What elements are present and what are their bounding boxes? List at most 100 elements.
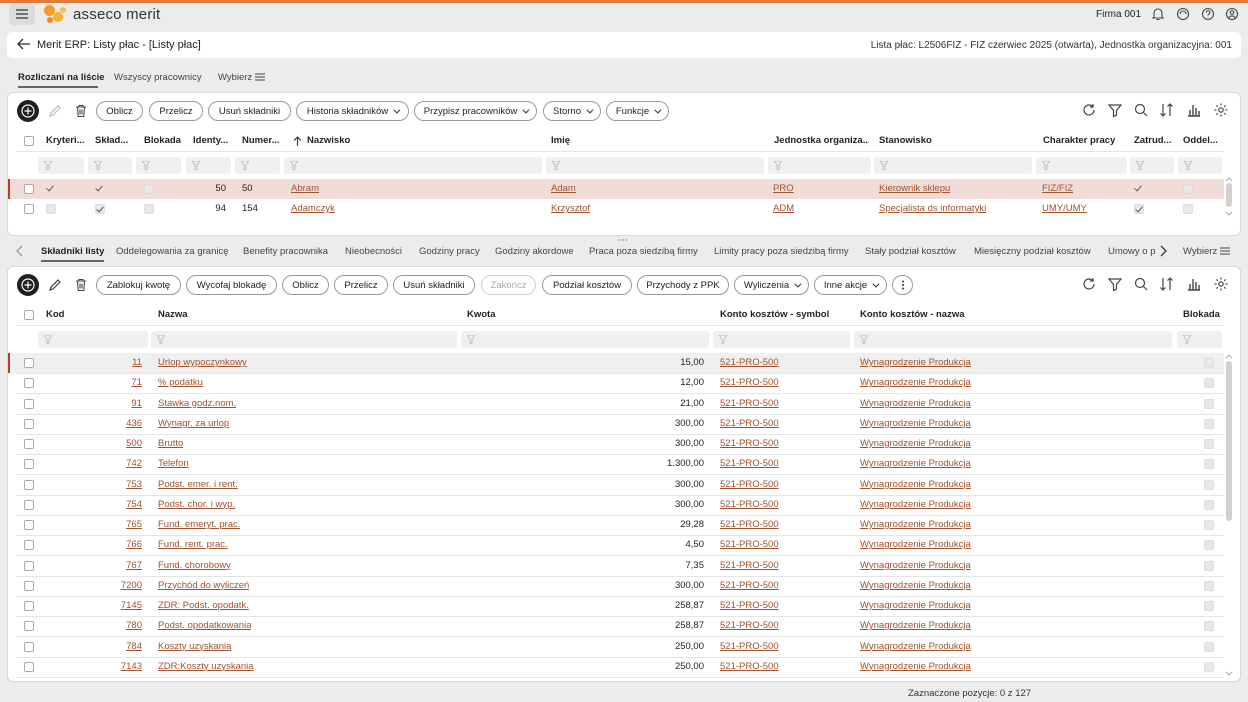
search-icon[interactable] <box>1133 276 1149 292</box>
tab-staly-podzial[interactable]: Stały podział kosztów <box>865 238 956 264</box>
tab-miesieczny-podzial[interactable]: Miesięczny podział kosztów <box>974 238 1091 264</box>
cell-konto-nazwa[interactable]: Wynagrodzenie Produkcja <box>860 661 971 672</box>
cell-charakter[interactable]: FIZ/FIZ <box>1042 183 1073 194</box>
tab-praca-poza-siedziba[interactable]: Praca poza siedzibą firmy <box>589 238 698 264</box>
lower-scrollbar[interactable] <box>1226 361 1232 521</box>
cell-imie[interactable]: Krzysztof <box>551 203 590 214</box>
cell-konto-symbol[interactable]: 521-PRO-500 <box>720 438 779 449</box>
przelicz-button[interactable]: Przelicz <box>334 275 388 295</box>
cell-konto-nazwa[interactable]: Wynagrodzenie Produkcja <box>860 438 971 449</box>
add-component-button[interactable] <box>17 274 39 296</box>
row-checkbox[interactable] <box>24 479 34 490</box>
cell-kod[interactable]: 7145 <box>68 600 142 611</box>
row-checkbox[interactable] <box>24 661 34 672</box>
scroll-up-icon[interactable] <box>1225 177 1233 182</box>
gear-icon[interactable] <box>1213 276 1229 292</box>
table-row[interactable]: 94 154 Adamczyk Krzysztof ADM Specjalist… <box>8 199 1224 219</box>
chart-icon[interactable] <box>1186 276 1202 292</box>
cell-konto-nazwa[interactable]: Wynagrodzenie Produkcja <box>860 418 971 429</box>
col-jednostka[interactable]: Jednostka organiza... <box>774 135 869 146</box>
table-row[interactable]: 91 Stawka godz.nom. 21,00 521-PRO-500 Wynagr… <box>8 394 1224 415</box>
tab-wybierz-top[interactable]: Wybierz <box>218 64 266 90</box>
table-row[interactable]: 753 Podst. emer. i rent. 300,00 521-PRO-500… <box>8 475 1224 496</box>
menu-button[interactable] <box>9 3 35 25</box>
tab-benefity[interactable]: Benefity pracownika <box>243 238 328 264</box>
cell-konto-symbol[interactable]: 521-PRO-500 <box>720 499 779 510</box>
row-checkbox[interactable] <box>24 378 34 389</box>
table-row[interactable]: 50 50 Abram Adam PRO Kierownik sklepu FI… <box>8 179 1224 199</box>
filter-kryteria[interactable] <box>38 157 84 174</box>
col-kod[interactable]: Kod <box>46 309 64 320</box>
filter-numer[interactable] <box>235 157 280 174</box>
cell-konto-nazwa[interactable]: Wynagrodzenie Produkcja <box>860 641 971 652</box>
col-zatrudnienie[interactable]: Zatrud... <box>1134 135 1172 146</box>
add-button[interactable] <box>17 100 39 122</box>
filter-skladniki[interactable] <box>88 157 132 174</box>
tab-skladniki-listy[interactable]: Składniki listy <box>41 238 105 264</box>
filter-nazwa[interactable] <box>151 331 457 348</box>
cell-kod[interactable]: 91 <box>68 398 142 409</box>
cell-konto-symbol[interactable]: 521-PRO-500 <box>720 479 779 490</box>
wycofaj-blokade-button[interactable]: Wycofaj blokadę <box>186 275 277 295</box>
table-row[interactable]: 71 % podatku 12,00 521-PRO-500 Wynagrodzenie… <box>8 373 1224 395</box>
cell-kod[interactable]: 765 <box>68 519 142 530</box>
tabs-scroll-left-icon[interactable] <box>16 245 24 257</box>
cell-nazwisko[interactable]: Adamczyk <box>291 203 335 214</box>
cell-nazwa[interactable]: Fund. chorobowy <box>158 560 231 571</box>
cell-nazwa[interactable]: Przychód do wyliczeń <box>158 580 249 591</box>
sort-icon[interactable] <box>1159 276 1175 292</box>
edit-icon[interactable] <box>47 103 63 119</box>
cell-nazwa[interactable]: Telefon <box>158 458 189 469</box>
cell-kod[interactable]: 784 <box>68 641 142 652</box>
select-all-checkbox[interactable] <box>24 136 34 146</box>
cell-kod[interactable]: 780 <box>68 620 142 631</box>
delete-icon[interactable] <box>73 277 89 293</box>
cell-kod[interactable]: 71 <box>68 377 142 388</box>
cell-konto-symbol[interactable]: 521-PRO-500 <box>720 661 779 672</box>
row-checkbox[interactable] <box>24 601 34 611</box>
col-numer[interactable]: Numer... <box>242 135 284 146</box>
storno-button[interactable]: Storno <box>543 101 601 121</box>
przelicz-button[interactable]: Przelicz <box>149 101 203 121</box>
tab-limity-pracy[interactable]: Limity pracy poza siedzibą firmy <box>714 238 849 264</box>
cell-stanowisko[interactable]: Kierownik sklepu <box>879 183 950 194</box>
cell-konto-nazwa[interactable]: Wynagrodzenie Produkcja <box>860 539 971 550</box>
cell-konto-nazwa[interactable]: Wynagrodzenie Produkcja <box>860 560 971 571</box>
inne-akcje-button[interactable]: Inne akcje <box>814 275 887 295</box>
col-konto-symbol[interactable]: Konto kosztów - symbol <box>720 309 829 320</box>
filter-zatrudnienie[interactable] <box>1130 157 1174 174</box>
przypisz-pracownikow-button[interactable]: Przypisz pracowników <box>414 101 537 121</box>
filter-imie[interactable] <box>546 157 764 174</box>
przychody-ppk-button[interactable]: Przychody z PPK <box>637 275 729 295</box>
cell-nazwa[interactable]: Fund. emeryt. prac. <box>158 519 240 530</box>
bell-icon[interactable] <box>1151 7 1165 21</box>
filter-oddelegowanie[interactable] <box>1178 157 1222 174</box>
filter-nazwisko[interactable] <box>284 157 542 174</box>
cell-konto-symbol[interactable]: 521-PRO-500 <box>720 398 779 409</box>
company-selector[interactable]: Firma 001 <box>1096 9 1141 20</box>
cell-konto-nazwa[interactable]: Wynagrodzenie Produkcja <box>860 479 971 490</box>
cell-konto-nazwa[interactable]: Wynagrodzenie Produkcja <box>860 357 971 368</box>
zakoncz-button[interactable]: Zakończ <box>481 275 536 295</box>
row-checkbox[interactable] <box>24 184 34 194</box>
row-checkbox[interactable] <box>24 520 34 530</box>
col-blokada[interactable]: Blokada <box>1183 309 1220 320</box>
tab-godziny-akordowe[interactable]: Godziny akordowe <box>495 238 574 264</box>
cell-konto-symbol[interactable]: 521-PRO-500 <box>720 641 779 652</box>
col-kryteria[interactable]: Kryteri... <box>46 135 91 146</box>
row-checkbox[interactable] <box>24 580 34 591</box>
help-icon[interactable] <box>1201 7 1215 21</box>
row-checkbox[interactable] <box>24 621 34 632</box>
app-logo[interactable]: asseco merit <box>44 3 160 25</box>
filter-stanowisko[interactable] <box>874 157 1032 174</box>
cell-nazwa[interactable]: Brutto <box>158 438 183 449</box>
upper-scrollbar[interactable] <box>1226 183 1232 207</box>
filter-konto-nazwa[interactable] <box>854 331 1172 348</box>
cell-konto-symbol[interactable]: 521-PRO-500 <box>720 620 779 631</box>
cell-konto-nazwa[interactable]: Wynagrodzenie Produkcja <box>860 580 971 591</box>
row-checkbox[interactable] <box>24 641 34 652</box>
cell-nazwa[interactable]: Podst. emer. i rent. <box>158 479 238 490</box>
tab-oddelegowania[interactable]: Oddelegowania za granicę <box>116 238 229 264</box>
col-nazwisko[interactable]: Nazwisko <box>307 135 407 146</box>
cell-jednostka[interactable]: ADM <box>773 203 794 214</box>
